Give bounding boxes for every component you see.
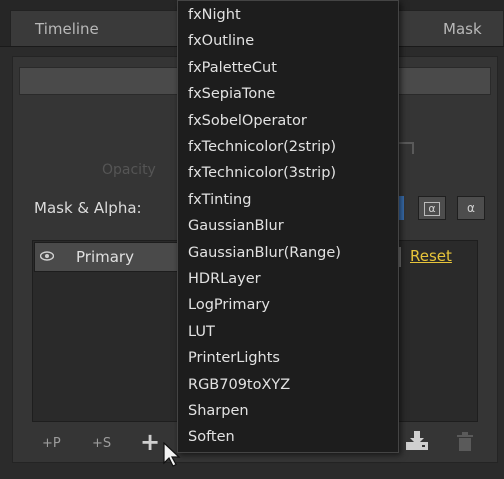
alpha-button-2[interactable]: α xyxy=(457,196,485,220)
mask-alpha-label: Mask & Alpha: xyxy=(34,199,142,217)
add-primary-button[interactable]: +P xyxy=(42,436,61,451)
menu-item[interactable]: LogPrimary xyxy=(188,297,270,313)
trash-icon[interactable] xyxy=(456,432,474,452)
layer-name-primary: Primary xyxy=(76,248,134,266)
menu-item[interactable]: fxTinting xyxy=(188,192,251,208)
download-icon[interactable] xyxy=(404,430,430,452)
effects-dropdown-menu: fxNight fxOutline fxPaletteCut fxSepiaTone f… xyxy=(177,0,399,453)
tab-mask[interactable]: Mask xyxy=(398,10,504,46)
opacity-label: Opacity xyxy=(102,162,156,178)
menu-item[interactable]: fxSepiaTone xyxy=(188,86,275,102)
add-effect-button[interactable]: + xyxy=(140,428,160,456)
menu-item[interactable]: RGB709toXYZ xyxy=(188,377,290,393)
menu-item[interactable]: fxPaletteCut xyxy=(188,60,277,76)
menu-item[interactable]: fxOutline xyxy=(188,33,254,49)
alpha-button-1-label: α xyxy=(424,202,440,216)
menu-item[interactable]: fxNight xyxy=(188,7,241,23)
menu-item[interactable]: LUT xyxy=(188,324,215,340)
mouse-cursor-icon xyxy=(163,442,181,467)
menu-item[interactable]: PrinterLights xyxy=(188,350,280,366)
add-secondary-button[interactable]: +S xyxy=(92,436,111,451)
alpha-button-1[interactable]: α xyxy=(418,196,446,220)
menu-item[interactable]: Sharpen xyxy=(188,403,249,419)
menu-item[interactable]: fxSobelOperator xyxy=(188,113,307,129)
menu-item[interactable]: fxTechnicolor(2strip) xyxy=(188,139,336,155)
eye-icon[interactable] xyxy=(40,251,54,261)
menu-item[interactable]: Soften xyxy=(188,429,235,445)
menu-item[interactable]: HDRLayer xyxy=(188,271,261,287)
menu-item[interactable]: fxTechnicolor(3strip) xyxy=(188,165,336,181)
menu-item[interactable]: GaussianBlur xyxy=(188,218,284,234)
menu-item[interactable]: GaussianBlur(Range) xyxy=(188,245,341,261)
tab-timeline[interactable]: Timeline xyxy=(10,10,180,46)
reset-link[interactable]: Reset xyxy=(410,247,452,265)
